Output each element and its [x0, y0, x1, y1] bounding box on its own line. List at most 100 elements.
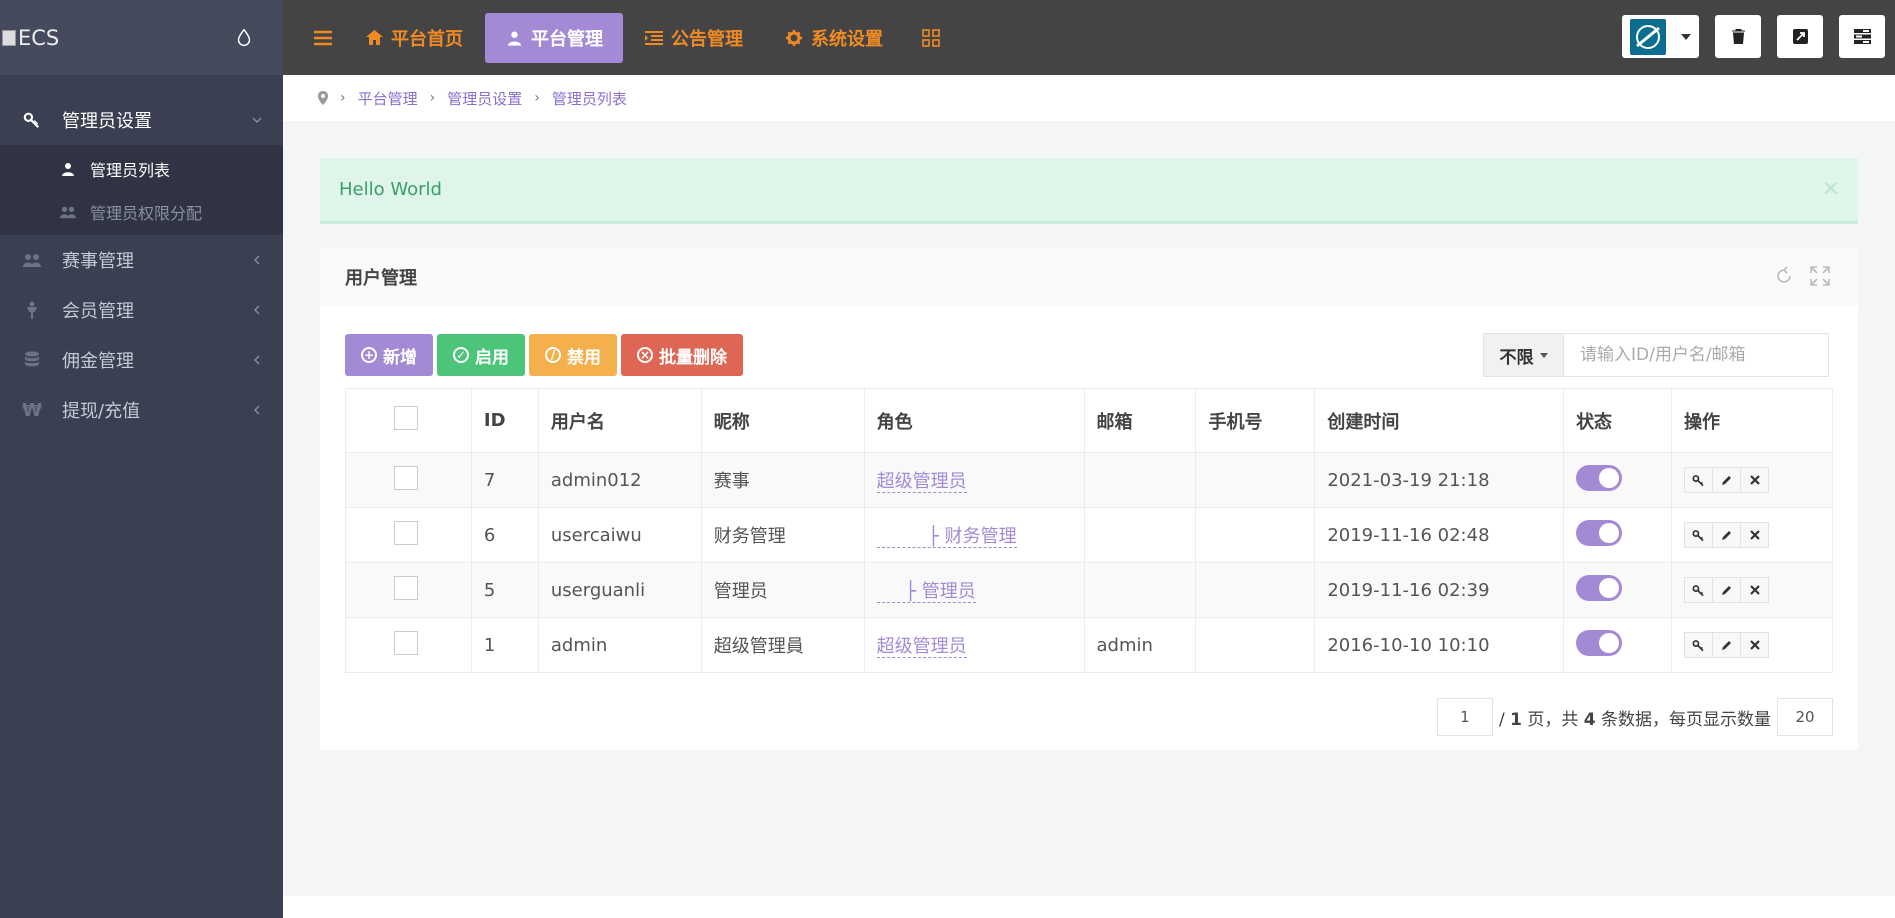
permission-key-button[interactable] — [1684, 632, 1713, 658]
home-icon — [365, 29, 383, 47]
sidebar-item-admin-settings[interactable]: 管理员设置 — [0, 95, 283, 145]
enable-button[interactable]: ✓ 启用 — [437, 334, 525, 376]
tab-platform-home[interactable]: 平台首页 — [345, 13, 483, 63]
chevron-left-icon — [254, 405, 260, 415]
breadcrumb: › 平台管理 › 管理员设置 › 管理员列表 — [283, 75, 1895, 121]
batch-delete-button[interactable]: × 批量删除 — [621, 334, 743, 376]
avatar — [1630, 18, 1666, 55]
button-label: 新增 — [383, 347, 417, 368]
breadcrumb-item[interactable]: 管理员设置 — [447, 88, 522, 109]
select-all-checkbox[interactable] — [394, 406, 418, 430]
panel-header-tools — [1774, 266, 1830, 286]
status-toggle[interactable] — [1576, 629, 1623, 656]
role-link[interactable]: 超级管理员 — [876, 471, 967, 493]
tab-announcement-management[interactable]: 公告管理 — [625, 13, 763, 63]
sidebar-item-events[interactable]: 赛事管理 — [0, 235, 283, 285]
role-link[interactable]: ├ 财务管理 — [876, 526, 1017, 548]
close-icon[interactable]: × — [1822, 176, 1840, 201]
edit-button[interactable] — [1712, 467, 1741, 493]
close-icon — [1749, 585, 1760, 595]
close-icon — [1749, 530, 1760, 540]
cell-username: usercaiwu — [537, 507, 702, 563]
caret-down-icon — [1681, 33, 1691, 40]
cell-actions — [1671, 452, 1833, 508]
admin-table: ID 用户名 昵称 角色 邮箱 手机号 创建时间 状态 操作 7 admin012… — [345, 388, 1833, 673]
theme-drop-icon[interactable] — [233, 27, 255, 49]
tab-system-settings[interactable]: 系统设置 — [765, 13, 903, 63]
sidebar-item-members[interactable]: 会员管理 — [0, 285, 283, 335]
filter-dropdown[interactable]: 不限 — [1483, 333, 1563, 377]
menu-toggle-button[interactable] — [301, 14, 345, 62]
database-icon — [22, 350, 42, 370]
edit-button[interactable] — [1712, 632, 1741, 658]
user-menu-button[interactable] — [1622, 15, 1699, 58]
avatar-logo-icon — [1636, 24, 1660, 49]
cell-actions — [1671, 617, 1833, 673]
cell-email: admin — [1083, 617, 1197, 673]
sidebar-item-withdraw-recharge[interactable]: ₩ 提现/充值 — [0, 385, 283, 435]
panel-header: 用户管理 — [320, 248, 1858, 306]
disable-button[interactable]: / 禁用 — [529, 334, 617, 376]
page-number-input[interactable]: 1 — [1436, 698, 1493, 736]
role-link[interactable]: ├ 管理员 — [876, 581, 976, 603]
edit-button[interactable] — [1712, 577, 1741, 603]
row-checkbox[interactable] — [394, 520, 418, 545]
row-checkbox[interactable] — [394, 465, 418, 490]
column-header: ID — [470, 388, 539, 453]
add-button[interactable]: + 新增 — [345, 334, 433, 376]
tab-label: 公告管理 — [671, 28, 743, 50]
breadcrumb-item[interactable]: 平台管理 — [358, 88, 418, 109]
sidebar-item-label: 提现/充值 — [62, 401, 141, 422]
status-toggle[interactable] — [1576, 574, 1623, 601]
fullscreen-icon[interactable] — [1810, 266, 1830, 286]
table-body: 7 admin012 赛事 超级管理员 2021-03-19 21:18 6 usercai… — [345, 452, 1833, 673]
clear-cache-button[interactable] — [1715, 15, 1761, 58]
apps-grid-button[interactable] — [909, 14, 953, 62]
key-icon — [1692, 529, 1704, 541]
user-management-panel: 用户管理 + 新增 ✓ 启用 / 禁用 × 批量删除 不限 ID 用户名 昵称 角色 邮… — [320, 248, 1858, 750]
status-toggle[interactable] — [1576, 519, 1623, 546]
delete-button[interactable] — [1740, 467, 1769, 493]
delete-button[interactable] — [1740, 522, 1769, 548]
refresh-icon[interactable] — [1774, 266, 1794, 286]
tab-label: 系统设置 — [811, 28, 883, 50]
delete-button[interactable] — [1740, 577, 1769, 603]
role-link[interactable]: 超级管理员 — [876, 636, 967, 658]
sidebar-menu: 管理员设置 管理员列表 管理员权限分配 赛事管理 会员管理 佣金管理 ₩ 提现/… — [0, 75, 283, 435]
delete-button[interactable] — [1740, 632, 1769, 658]
row-checkbox[interactable] — [394, 575, 418, 600]
column-header: 角色 — [863, 388, 1085, 453]
page-size-input[interactable]: 20 — [1777, 698, 1833, 736]
pager-text: 页，共 — [1521, 709, 1584, 730]
sidebar-subitem-admin-list[interactable]: 管理员列表 — [0, 147, 283, 190]
sidebar-item-commission[interactable]: 佣金管理 — [0, 335, 283, 385]
person-icon — [22, 300, 42, 320]
chevron-left-icon — [254, 255, 260, 265]
cell-created-time: 2016-10-10 10:10 — [1314, 617, 1565, 673]
table-row: 5 userguanli 管理员 ├ 管理员 2019-11-16 02:39 — [345, 562, 1833, 618]
breadcrumb-separator: › — [534, 90, 540, 106]
cell-actions — [1671, 562, 1833, 618]
settings-panel-button[interactable] — [1839, 15, 1885, 58]
edit-button[interactable] — [1712, 522, 1741, 548]
column-header: 昵称 — [700, 388, 865, 453]
permission-key-button[interactable] — [1684, 522, 1713, 548]
row-select-cell — [345, 562, 472, 618]
filter-label: 不限 — [1499, 347, 1534, 368]
caret-down-icon — [1539, 352, 1548, 358]
plus-circle-icon: + — [361, 347, 377, 363]
permission-key-button[interactable] — [1684, 577, 1713, 603]
search-input[interactable] — [1563, 333, 1829, 377]
open-external-button[interactable] — [1777, 15, 1823, 58]
sidebar-item-label: 赛事管理 — [62, 251, 134, 272]
status-toggle[interactable] — [1576, 464, 1623, 491]
sidebar-subitem-admin-permissions[interactable]: 管理员权限分配 — [0, 190, 283, 233]
breadcrumb-separator: › — [340, 90, 346, 106]
pager-text: 条数据，每页显示数量 — [1595, 709, 1771, 730]
cell-status — [1563, 507, 1672, 563]
tab-platform-management[interactable]: 平台管理 — [485, 12, 623, 63]
breadcrumb-item[interactable]: 管理员列表 — [552, 88, 627, 109]
row-checkbox[interactable] — [394, 630, 418, 655]
logo[interactable]: ECS — [2, 26, 59, 50]
permission-key-button[interactable] — [1684, 467, 1713, 493]
